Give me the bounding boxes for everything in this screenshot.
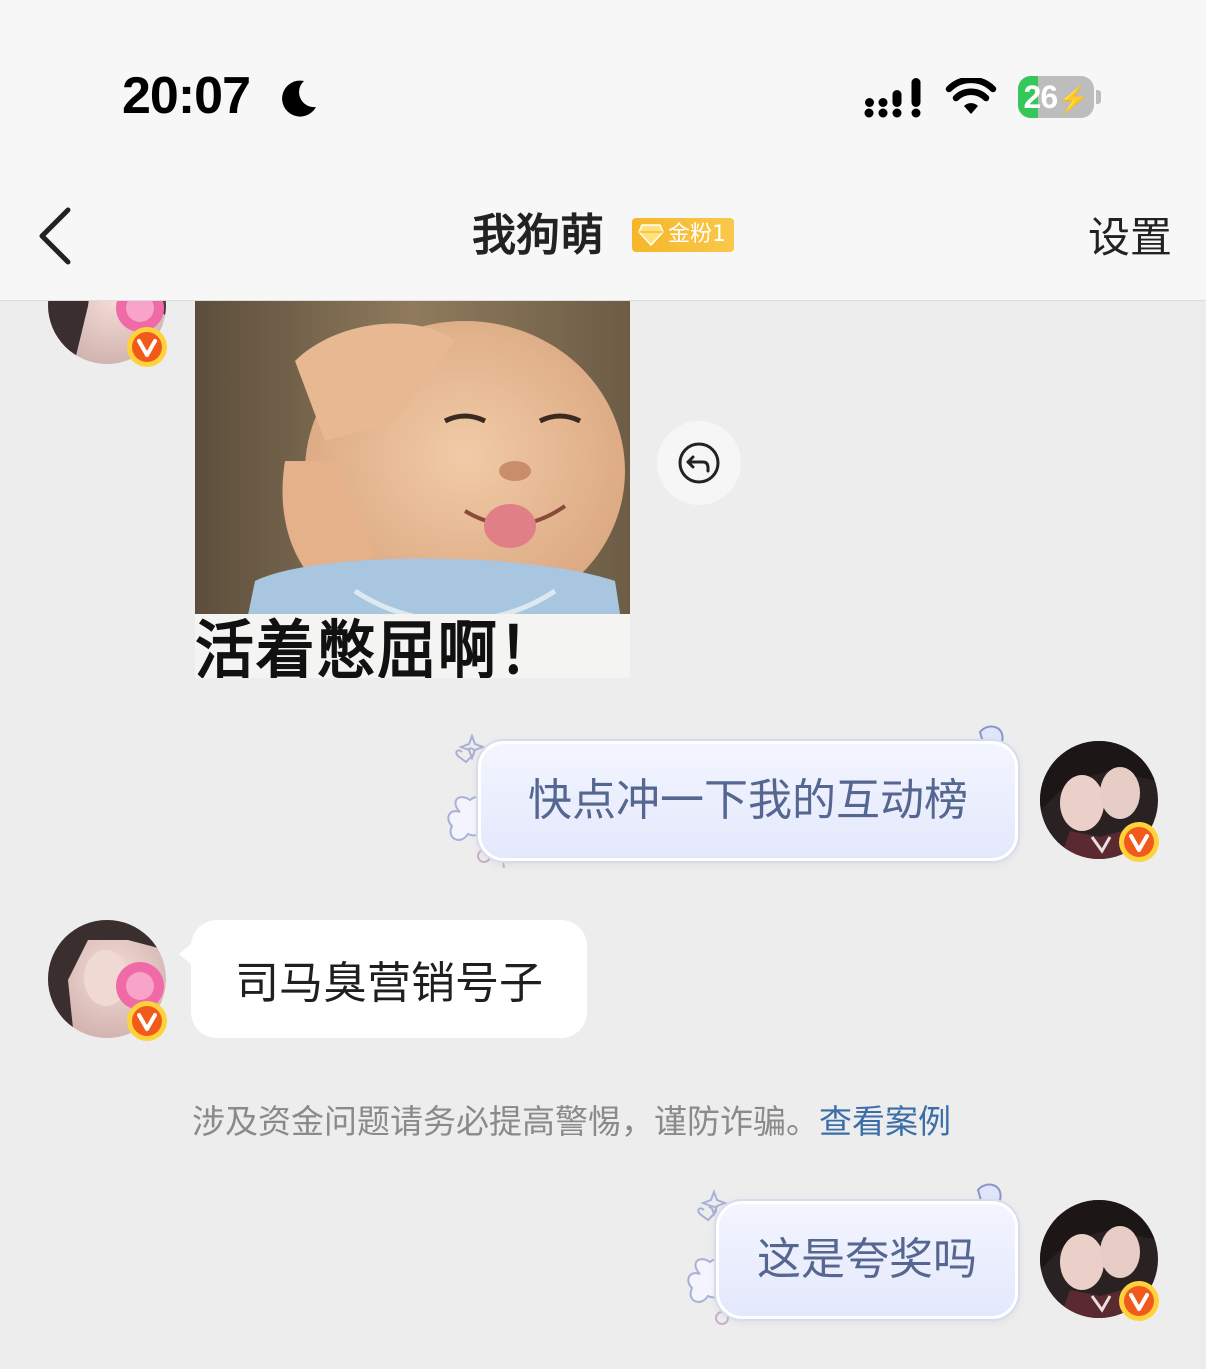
fraud-warning-text: 涉及资金问题请务必提高警惕，谨防诈骗。: [192, 1102, 819, 1141]
sent-message-bubble[interactable]: 这是夸奖吗: [716, 1201, 1018, 1319]
reply-button[interactable]: [657, 421, 741, 505]
nav-bar-content: 我狗萌 金粉1 设置: [0, 180, 1206, 300]
meme-caption: 活着憋屈啊！: [195, 614, 560, 678]
view-cases-link[interactable]: 查看案例: [819, 1102, 951, 1141]
battery-level: 26⚡: [1023, 79, 1090, 115]
gem-icon: [638, 224, 664, 247]
chat-title-text: 我狗萌: [472, 210, 604, 261]
wifi-icon: [945, 78, 997, 114]
battery-charging-icon: 26⚡: [1018, 76, 1094, 118]
message-text: 司马臭营销号子: [235, 958, 543, 1009]
verified-badge-icon: [1119, 1281, 1159, 1321]
settings-link[interactable]: 设置: [1088, 210, 1172, 266]
received-message-bubble[interactable]: 司马臭营销号子: [179, 920, 587, 1038]
status-bar: 20:07 26⚡: [0, 0, 1206, 180]
message-text: 快点冲一下我的互动榜: [528, 775, 968, 826]
verified-badge-icon: [127, 327, 167, 367]
status-time: 20:07: [122, 67, 251, 125]
my-avatar[interactable]: [1040, 1200, 1159, 1321]
back-button[interactable]: [30, 204, 80, 268]
message-text: 这是夸奖吗: [757, 1234, 977, 1285]
fan-level-label: 金粉1: [668, 222, 726, 247]
battery-cap: [1096, 90, 1101, 104]
meme-image-message[interactable]: 活着憋屈啊！: [195, 301, 630, 678]
my-avatar[interactable]: [1040, 741, 1159, 862]
sent-message-bubble[interactable]: 快点冲一下我的互动榜: [478, 741, 1018, 861]
reply-icon: [678, 442, 720, 484]
signal-icon: [864, 78, 921, 118]
moon-icon: [282, 80, 316, 117]
sender-avatar[interactable]: [48, 920, 167, 1041]
verified-badge-icon: [1119, 822, 1159, 862]
fraud-warning-notice: 涉及资金问题请务必提高警惕，谨防诈骗。查看案例: [192, 1100, 951, 1144]
verified-badge-icon: [127, 1001, 167, 1041]
fan-level-badge: 金粉1: [632, 218, 734, 252]
